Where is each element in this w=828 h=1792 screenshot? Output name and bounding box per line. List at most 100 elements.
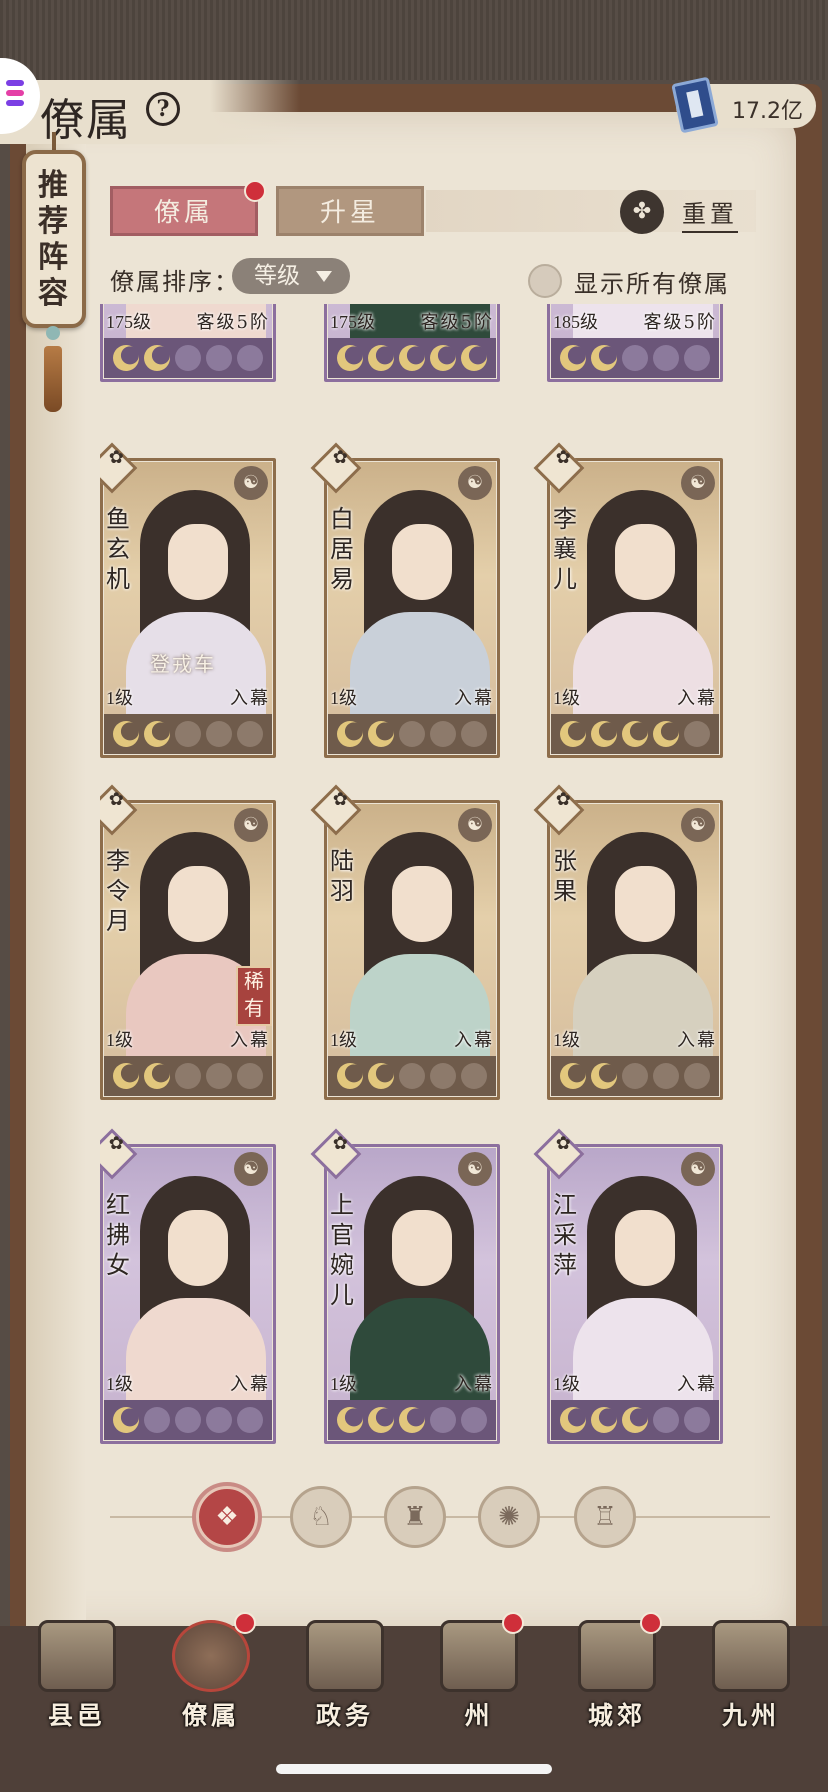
tab-retainers[interactable]: 僚属: [110, 186, 258, 236]
moon-empty-icon: [461, 721, 488, 747]
nav-item[interactable]: 县邑: [22, 1612, 132, 1742]
retainer-name: 江采萍: [553, 1191, 577, 1279]
retainer-card[interactable]: ✿ ☯ 红拂女 1级 入幕: [100, 1128, 276, 1444]
retainer-card[interactable]: ✿ ☯ 李襄儿 1级 入幕: [533, 442, 723, 758]
retainer-card[interactable]: ✿ ☯ 上官婉儿 1级 入幕: [310, 1128, 500, 1444]
retainer-card[interactable]: 175级 客级5阶: [100, 304, 276, 382]
retainer-level: 1级: [106, 1030, 133, 1050]
retainer-name: 陆羽: [330, 847, 354, 905]
moon-empty-icon: [237, 1407, 264, 1433]
faction-badge-icon: ☯: [458, 808, 492, 842]
leaf-icon[interactable]: ✤: [620, 190, 664, 234]
moon-filled-icon: [112, 1063, 139, 1089]
faction-pavilion-icon[interactable]: ♖: [574, 1486, 636, 1548]
nav-item[interactable]: 城郊: [562, 1612, 672, 1742]
moon-filled-icon: [559, 721, 586, 747]
retainer-rank: 客级5阶: [643, 312, 717, 333]
star-rating: [104, 338, 272, 378]
moon-empty-icon: [206, 345, 233, 371]
faction-badge-icon: ☯: [458, 1152, 492, 1186]
retainer-card[interactable]: 175级 客级5阶: [324, 304, 500, 382]
retainer-rank: 入幕: [230, 1374, 270, 1395]
card-frame: [100, 800, 276, 1100]
moon-empty-icon: [684, 721, 711, 747]
recommended-lineup-button[interactable]: 推荐阵容: [22, 150, 86, 328]
currency-amount: 17.2亿: [732, 99, 803, 124]
retainer-name: 白居易: [330, 505, 354, 593]
rarity-badge: 稀有: [236, 966, 272, 1026]
moon-filled-icon: [367, 1063, 394, 1089]
moon-empty-icon: [461, 1063, 488, 1089]
nav-item[interactable]: 政务: [290, 1612, 400, 1742]
retainer-card[interactable]: ✿ ☯ 鱼玄机 登戎车 1级 入幕: [100, 442, 276, 758]
reset-button[interactable]: 重置: [682, 194, 738, 233]
faction-gourd-icon[interactable]: ♜: [384, 1486, 446, 1548]
tab-star-up[interactable]: 升星: [276, 186, 424, 236]
nav-item[interactable]: 州: [424, 1612, 534, 1742]
retainer-level: 1级: [106, 1374, 133, 1394]
retainer-card[interactable]: 185级 客级5阶: [547, 304, 723, 382]
moon-filled-icon: [112, 721, 139, 747]
moon-filled-icon: [143, 345, 170, 371]
faction-badge-icon: ☯: [681, 1152, 715, 1186]
currency-display[interactable]: 17.2亿: [671, 76, 816, 134]
retainer-level: 175级: [330, 312, 375, 332]
retainer-rank: 入幕: [454, 1374, 494, 1395]
all-factions-icon[interactable]: ❖: [196, 1486, 258, 1548]
retainer-grid[interactable]: 175级 客级5阶 175级 客级5阶 185级 客级5阶 ✿ ☯ 鱼玄机 登戎…: [100, 304, 760, 1446]
question-icon[interactable]: ?: [146, 92, 180, 126]
retainer-name: 鱼玄机: [106, 505, 130, 593]
moon-empty-icon: [430, 721, 457, 747]
affairs-scroll-icon: [306, 1620, 384, 1692]
moon-filled-icon: [653, 721, 680, 747]
card-frame: [324, 458, 500, 758]
nav-item[interactable]: 九州: [696, 1612, 806, 1742]
retainer-name: 上官婉儿: [330, 1191, 354, 1309]
notification-dot: [640, 1612, 662, 1634]
nav-item[interactable]: 僚属: [156, 1612, 266, 1742]
sort-dropdown[interactable]: 等级: [232, 258, 350, 294]
retainer-card[interactable]: ✿ ☯ 陆羽 1级 入幕: [310, 784, 500, 1100]
show-all-checkbox[interactable]: [528, 264, 562, 298]
moon-filled-icon: [398, 1407, 425, 1433]
nav-label: 九州: [721, 1701, 780, 1730]
moon-empty-icon: [430, 1063, 457, 1089]
star-rating: [551, 714, 719, 754]
retainer-card[interactable]: ✿ ☯ 张果 1级 入幕: [533, 784, 723, 1100]
show-all-label[interactable]: 显示所有僚属: [574, 264, 730, 299]
retainer-card[interactable]: ✿ ☯ 白居易 1级 入幕: [310, 442, 500, 758]
retainer-card[interactable]: ✿ ☯ 江采萍 1级 入幕: [533, 1128, 723, 1444]
star-rating: [328, 338, 496, 378]
moon-empty-icon: [143, 1407, 170, 1433]
tassel-knot: [46, 326, 60, 340]
notification-dot: [244, 180, 266, 202]
moon-empty-icon: [684, 1407, 711, 1433]
star-rating: [551, 1056, 719, 1096]
moon-filled-icon: [367, 721, 394, 747]
faction-fan-icon[interactable]: ✺: [478, 1486, 540, 1548]
moon-filled-icon: [336, 345, 363, 371]
retainer-level: 1级: [330, 688, 357, 708]
nav-label: 城郊: [587, 1701, 646, 1730]
retainer-title-tag: 登戎车: [150, 652, 216, 676]
moon-empty-icon: [237, 721, 264, 747]
moon-empty-icon: [684, 1063, 711, 1089]
retainer-card[interactable]: ✿ ☯ 李令月 稀有 1级 入幕: [100, 784, 276, 1100]
moon-filled-icon: [336, 1407, 363, 1433]
faction-bell-icon[interactable]: ♘: [290, 1486, 352, 1548]
star-rating: [328, 714, 496, 754]
moon-filled-icon: [559, 345, 586, 371]
moon-filled-icon: [590, 1407, 617, 1433]
retainer-rank: 入幕: [677, 688, 717, 709]
notification-dot: [502, 1612, 524, 1634]
moon-filled-icon: [621, 721, 648, 747]
retainer-rank: 入幕: [230, 688, 270, 709]
star-rating: [328, 1056, 496, 1096]
tassel: [44, 346, 62, 412]
retainer-name: 红拂女: [106, 1191, 130, 1279]
card-frame: [547, 458, 723, 758]
card-frame: [100, 1144, 276, 1444]
card-frame: [547, 800, 723, 1100]
moon-empty-icon: [237, 345, 264, 371]
moon-filled-icon: [336, 721, 363, 747]
